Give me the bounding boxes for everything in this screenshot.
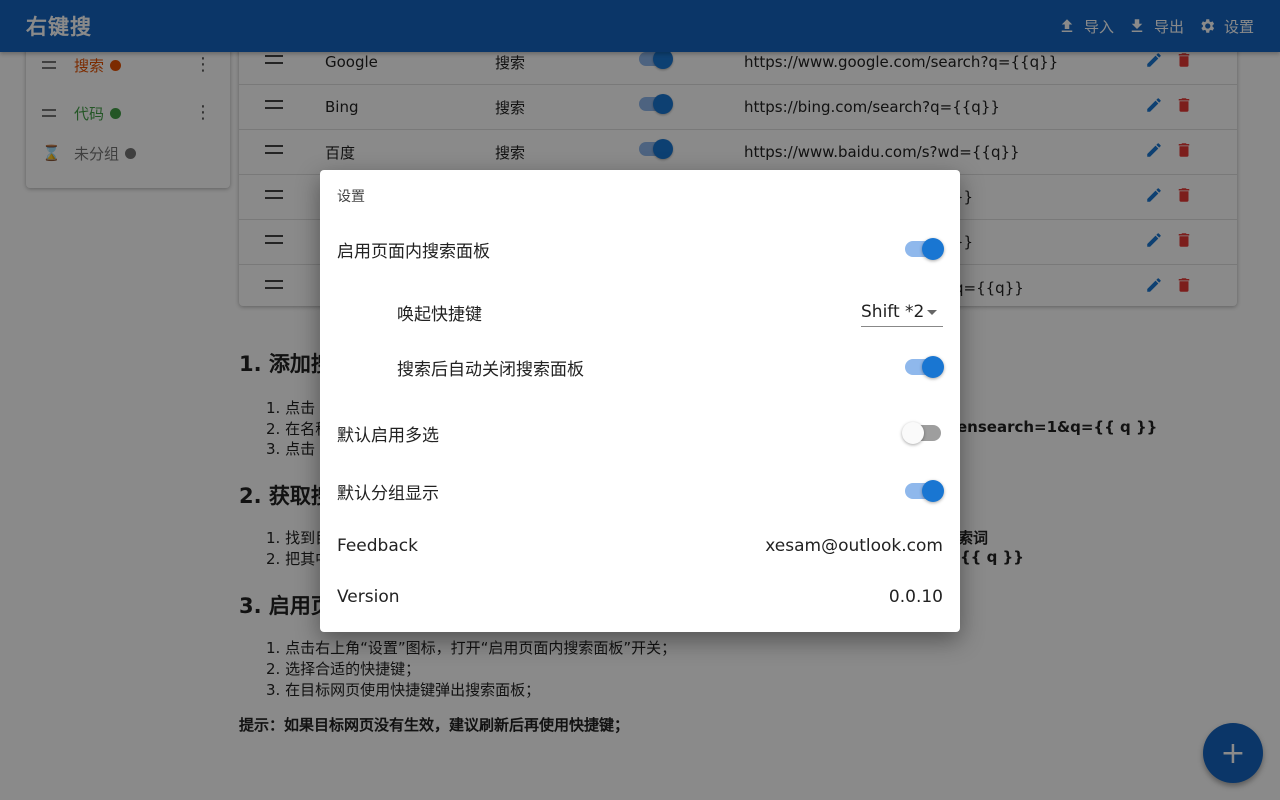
setting-enable-panel: 启用页面内搜索面板: [320, 229, 960, 269]
feedback-email-link[interactable]: xesam@outlook.com: [765, 536, 943, 556]
setting-label: 默认启用多选: [337, 425, 439, 446]
enable-panel-switch[interactable]: [905, 238, 944, 260]
setting-group-display: 默认分组显示: [320, 471, 960, 511]
version-value: 0.0.10: [888, 587, 943, 607]
caret-down-icon: [927, 310, 937, 315]
multi-select-switch[interactable]: [902, 422, 941, 444]
setting-auto-close: 搜索后自动关闭搜索面板: [320, 347, 960, 387]
hotkey-value: Shift *2: [861, 301, 925, 322]
setting-version: Version 0.0.10: [320, 577, 960, 617]
setting-hotkey: 唤起快捷键 Shift *2: [320, 292, 960, 332]
dialog-title: 设置: [337, 189, 365, 205]
setting-feedback: Feedback xesam@outlook.com: [320, 526, 960, 566]
hotkey-select[interactable]: Shift *2: [861, 297, 943, 327]
setting-label: 默认分组显示: [337, 483, 439, 504]
setting-label: 搜索后自动关闭搜索面板: [397, 359, 584, 380]
settings-dialog: 设置 启用页面内搜索面板 唤起快捷键 Shift *2 搜索后自动关闭搜索面板 …: [320, 170, 960, 632]
setting-label: Feedback: [337, 536, 418, 556]
setting-label: 启用页面内搜索面板: [337, 241, 490, 262]
setting-label: 唤起快捷键: [397, 304, 482, 325]
setting-multi-select: 默认启用多选: [320, 413, 960, 453]
group-display-switch[interactable]: [905, 480, 944, 502]
auto-close-switch[interactable]: [905, 356, 944, 378]
setting-label: Version: [337, 587, 400, 607]
